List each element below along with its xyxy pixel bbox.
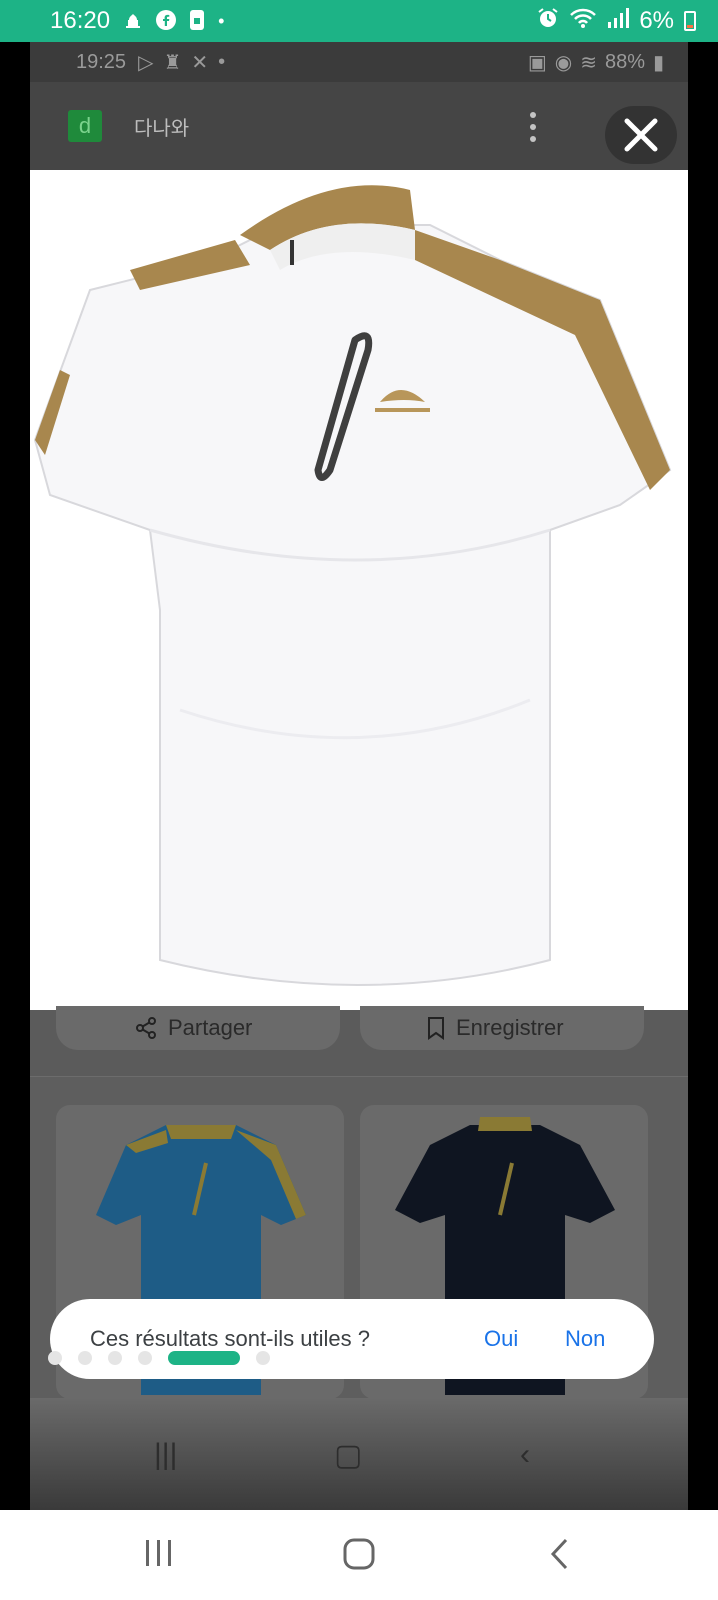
carousel-dot-active[interactable] [168,1351,240,1365]
inner-dot-icon: • [218,50,226,73]
product-image[interactable] [30,170,688,1010]
inner-back-icon: ‹ [520,1438,530,1471]
bookmark-icon [428,1017,444,1040]
inner-battery-percent: 88% [604,50,645,73]
play-icon: ▷ [138,51,154,74]
inner-battery-icon: ▮ [652,51,664,74]
feedback-prompt: Ces résultats sont-ils utiles ? Oui Non [50,1299,654,1379]
system-nav-bar [0,1510,718,1600]
inner-wifi-icon: ≋ [580,51,597,74]
screenshot-frame: 19:25 ▷ ♜ ✕ • ▣ ◉ ≋ 88% ▮ d 다나와 Partager… [30,42,688,1510]
mosque-icon [124,12,142,31]
more-options-icon[interactable] [530,112,536,142]
notification-dot-icon: • [218,11,225,31]
inner-home-icon: ▢ [334,1439,363,1472]
share-button[interactable]: Partager [56,1006,340,1050]
carousel-dot[interactable] [256,1351,270,1365]
battery-percent: 6% [639,7,674,34]
inner-nav-bar: ||| ▢ ‹ [30,1398,688,1510]
alarm-icon [537,7,559,36]
site-logo[interactable]: d [68,110,102,142]
result-header: d 다나와 [30,82,688,170]
save-label: Enregistrer [456,1015,564,1040]
facebook-icon [156,9,177,33]
carousel-dot[interactable] [138,1351,152,1365]
feedback-question: Ces résultats sont-ils utiles ? [90,1326,370,1351]
home-button[interactable] [343,1538,375,1575]
share-icon [136,1017,156,1039]
actions-row: Partager Enregistrer [30,1006,688,1076]
inner-mosque-icon: ♜ [163,51,182,74]
inner-alarm-icon: ◉ [554,51,573,74]
home-icon [343,1538,375,1570]
status-bar: 16:20 • 6% [0,0,718,42]
phone-lock-icon [190,9,205,33]
carousel-indicator [48,1351,270,1365]
close-icon [624,118,658,152]
status-time: 16:20 [50,7,111,34]
inner-tools-icon: ✕ [191,51,209,74]
carousel-dot[interactable] [108,1351,122,1365]
share-label: Partager [168,1015,253,1040]
inner-recent-apps-icon: ||| [154,1438,178,1471]
save-button[interactable]: Enregistrer [360,1006,644,1050]
inner-status-bar: 19:25 ▷ ♜ ✕ • ▣ ◉ ≋ 88% ▮ [30,42,688,82]
battery-icon [684,11,696,31]
feedback-yes-button[interactable]: Oui [484,1326,518,1352]
back-button[interactable] [548,1538,572,1575]
site-name[interactable]: 다나와 [134,112,189,141]
signal-icon [607,7,630,35]
carousel-dot[interactable] [78,1351,92,1365]
back-icon [550,1538,568,1570]
recent-apps-button[interactable] [143,1538,175,1573]
shirt-image [33,185,672,986]
wifi-icon [569,7,597,36]
recent-apps-icon [146,1540,171,1566]
carousel-dot[interactable] [48,1351,62,1365]
inner-lock-icon: ▣ [527,51,547,74]
inner-status-time: 19:25 [76,50,127,73]
feedback-no-button[interactable]: Non [565,1326,605,1352]
close-button[interactable] [605,106,677,164]
